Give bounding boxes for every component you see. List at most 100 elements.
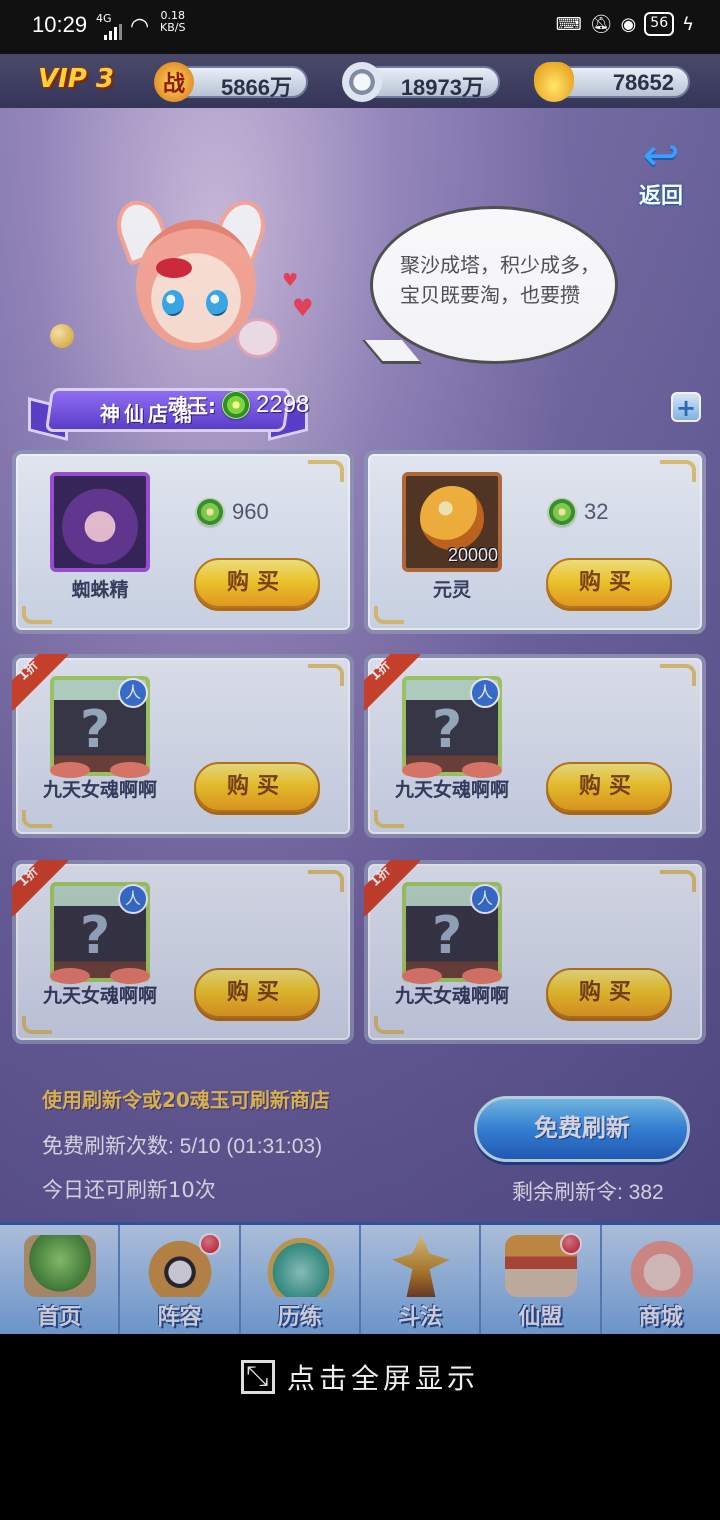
hair-bow-icon <box>156 258 192 278</box>
soul-jade-value: 2298 <box>256 390 310 418</box>
spirit-orb-icon[interactable]: 20000 <box>402 472 502 572</box>
nav-home[interactable]: 首页 <box>0 1225 121 1334</box>
question-mark-icon: ? <box>80 906 111 966</box>
item-name: 九天女魂啊啊 <box>42 985 157 1007</box>
gourd-icon <box>264 1235 337 1297</box>
item-price: 32 <box>548 498 608 526</box>
bell-icon <box>50 324 74 348</box>
item-name: 元灵 <box>432 579 471 601</box>
shop-item-card: 1折 ? 人 九天女魂啊啊 购买 <box>364 654 706 838</box>
speech-text: 聚沙成塔，积少成多，宝贝既要淘，也要攒 <box>400 253 600 307</box>
buy-button[interactable]: 购买 <box>194 968 320 1018</box>
nav-alliance[interactable]: 仙盟 <box>481 1225 602 1334</box>
floating-island-icon <box>24 1235 96 1297</box>
item-price-value: 960 <box>232 499 269 524</box>
soul-jade-label: 魂玉: <box>168 394 216 418</box>
item-name: 九天女魂啊啊 <box>394 779 509 801</box>
silver-coins: 18973万 <box>342 62 500 102</box>
soul-jade-icon <box>196 498 224 526</box>
buy-button[interactable]: 购买 <box>194 762 320 812</box>
mystery-item-icon[interactable]: ? 人 <box>50 882 150 984</box>
item-name: 九天女魂啊啊 <box>394 985 509 1007</box>
item-price-value: 32 <box>584 499 609 524</box>
nav-training[interactable]: 历练 <box>241 1225 361 1334</box>
heart-icon: ♥ <box>282 270 299 291</box>
free-refresh-button[interactable]: 免费刷新 <box>474 1096 690 1162</box>
combat-power-value: 5866万 <box>221 75 292 100</box>
question-mark-icon: ? <box>80 700 111 760</box>
gold-ingots-value: 78652 <box>612 70 674 95</box>
mystery-item-icon[interactable]: ? 人 <box>50 676 150 778</box>
cat-paw-icon <box>236 318 280 358</box>
fullscreen-hint-label: 点击全屏显示 <box>286 1362 479 1395</box>
buy-button[interactable]: 购买 <box>194 558 320 608</box>
combat-power-icon: 战 <box>154 62 194 102</box>
vip-level[interactable]: VIP 3 <box>38 64 114 94</box>
nav-lineup-label: 阵容 <box>157 1305 202 1330</box>
game-view: VIP 3 战 5866万 18973万 78652 ↩ 返回 ♥ ♥ 神仙店铺… <box>0 54 720 1334</box>
battery-level: 56 <box>644 12 675 36</box>
soul-jade-icon <box>222 390 250 419</box>
shop-item-card: 蜘蛛精 960 购买 <box>12 450 354 634</box>
refresh-remaining-today: 今日还可刷新10次 <box>42 1178 216 1202</box>
shopkeeper-avatar: ♥ ♥ <box>96 193 314 400</box>
item-name: 九天女魂啊啊 <box>42 779 157 801</box>
nav-battle-label: 斗法 <box>398 1305 443 1330</box>
nav-store-label: 商城 <box>638 1305 683 1330</box>
shop-item-card: 1折 ? 人 九天女魂啊啊 购买 <box>12 860 354 1044</box>
shop-item-card: 1折 ? 人 九天女魂啊啊 购买 <box>12 654 354 838</box>
soul-jade-icon <box>548 498 576 526</box>
nav-battle[interactable]: 斗法 <box>361 1225 482 1334</box>
resource-bar: VIP 3 战 5866万 18973万 78652 <box>0 54 720 108</box>
human-type-badge: 人 <box>118 678 148 708</box>
mystery-item-icon[interactable]: ? 人 <box>402 882 502 984</box>
signal-icon <box>104 24 122 40</box>
wifi-icon: ◠ <box>130 14 150 39</box>
app-screen: 10:29 4G ◠ 0.18 KB/S ⌨ 🔕︎ ◉ 56 ϟ VIP 3 战… <box>0 0 720 1520</box>
status-time: 10:29 <box>32 12 88 37</box>
buy-button[interactable]: 购买 <box>546 558 672 608</box>
cat-girl-icon <box>625 1235 698 1297</box>
back-arrow-icon: ↩ <box>642 130 680 181</box>
human-type-badge: 人 <box>118 884 148 914</box>
back-button[interactable]: ↩ 返回 <box>626 130 696 210</box>
refresh-note: 使用刷新令或20魂玉可刷新商店 <box>42 1088 330 1112</box>
status-icons: ⌨ 🔕︎ ◉ 56 ϟ <box>556 12 694 36</box>
question-mark-icon: ? <box>432 906 463 966</box>
shop-item-card: 20000 元灵 32 购买 <box>364 450 706 634</box>
notification-dot <box>559 1233 582 1255</box>
nav-lineup[interactable]: 阵容 <box>120 1225 241 1334</box>
network-speed: 0.18 KB/S <box>160 10 185 34</box>
lock-icon: ◉ <box>620 13 637 35</box>
item-name: 蜘蛛精 <box>71 579 129 601</box>
fullscreen-hint[interactable]: 点击全屏显示 <box>0 1352 720 1402</box>
human-type-badge: 人 <box>470 884 500 914</box>
heart-icon: ♥ <box>292 294 314 322</box>
gold-ingot-icon <box>534 62 574 102</box>
combat-power: 战 5866万 <box>154 62 308 102</box>
eye-left <box>162 290 184 316</box>
charging-icon: ϟ <box>682 13 694 35</box>
nav-home-label: 首页 <box>37 1305 82 1330</box>
buy-button[interactable]: 购买 <box>546 968 672 1018</box>
nav-training-label: 历练 <box>277 1305 322 1330</box>
network-speed-unit: KB/S <box>160 21 186 34</box>
item-price: 960 <box>196 498 269 526</box>
item-quantity: 20000 <box>447 545 498 565</box>
spider-demon-portrait[interactable] <box>50 472 150 572</box>
nav-alliance-label: 仙盟 <box>518 1305 563 1330</box>
soul-jade-balance: 魂玉: 2298 <box>168 390 309 419</box>
silver-coin-icon <box>342 62 382 102</box>
refresh-token-count: 剩余刷新令: 382 <box>512 1181 664 1204</box>
nav-store[interactable]: 商城 <box>602 1225 720 1334</box>
back-button-label: 返回 <box>638 184 683 209</box>
status-bar: 10:29 4G ◠ 0.18 KB/S ⌨ 🔕︎ ◉ 56 ϟ <box>0 0 720 54</box>
mystery-item-icon[interactable]: ? 人 <box>402 676 502 778</box>
free-refresh-count: 免费刷新次数: 5/10 (01:31:03) <box>42 1135 323 1158</box>
sword-emblem-icon <box>392 1235 450 1297</box>
add-soul-jade-button[interactable]: + <box>671 392 701 422</box>
gold-ingots: 78652 <box>534 62 690 102</box>
human-type-badge: 人 <box>470 678 500 708</box>
buy-button[interactable]: 购买 <box>546 762 672 812</box>
gamepad-icon: ⌨ <box>555 13 582 35</box>
